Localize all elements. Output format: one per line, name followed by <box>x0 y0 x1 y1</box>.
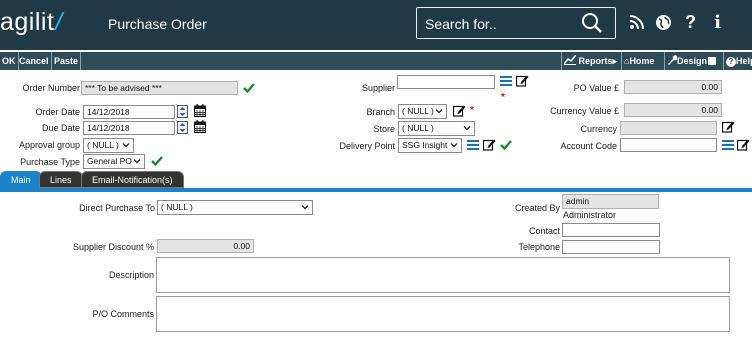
supplier-field[interactable] <box>397 75 495 89</box>
help-icon[interactable]: ? <box>682 12 699 32</box>
direct-purchase-to-select[interactable]: ( NULL ) <box>157 200 313 215</box>
account-code-field[interactable] <box>620 138 717 152</box>
cancel-button[interactable]: Cancel <box>17 52 52 70</box>
description-label: Description <box>108 270 154 280</box>
due-date-label: Due Date <box>41 123 80 133</box>
branch-label: Branch <box>366 107 395 117</box>
supplier-discount-label: Supplier Discount % <box>72 242 154 252</box>
list-icon[interactable] <box>722 140 734 150</box>
currency-value-field: 0.00 <box>624 103 722 117</box>
chevron-down-icon <box>435 109 443 114</box>
order-date-spinner[interactable] <box>177 105 188 118</box>
check-icon <box>500 140 512 150</box>
caret-right-icon: ▸ <box>612 56 618 66</box>
supplier-discount-field: 0.00 <box>157 239 254 253</box>
tab-main[interactable]: Main <box>0 171 42 188</box>
check-icon <box>243 83 255 93</box>
chart-icon <box>563 54 577 65</box>
store-select[interactable]: ( NULL ) <box>398 121 475 136</box>
description-textarea[interactable] <box>156 257 730 293</box>
rss-icon[interactable] <box>628 12 645 32</box>
edit-icon[interactable] <box>737 138 750 151</box>
edit-icon[interactable] <box>516 74 529 87</box>
account-code-label: Account Code <box>560 141 617 151</box>
home-button[interactable]: ⌂Home <box>621 52 654 70</box>
currency-field <box>620 121 717 135</box>
approval-group-label: Approval group <box>18 140 80 150</box>
page-title: Purchase Order <box>108 16 207 32</box>
search-input[interactable] <box>425 15 575 33</box>
app-header: agilit/ Purchase Order ? i <box>0 0 752 50</box>
purchase-type-select[interactable]: General PO <box>83 154 145 169</box>
edit-icon[interactable] <box>722 120 735 133</box>
contact-field[interactable] <box>562 223 660 237</box>
order-date-field[interactable]: 14/12/2018 <box>83 105 175 119</box>
search-icon[interactable] <box>581 12 603 36</box>
help-button[interactable]: ?Help <box>723 52 752 70</box>
due-date-field[interactable]: 14/12/2018 <box>83 121 175 135</box>
list-icon[interactable] <box>500 76 512 86</box>
check-icon <box>151 156 163 166</box>
contact-label: Contact <box>528 226 560 236</box>
edit-icon[interactable] <box>453 104 466 117</box>
approval-group-select[interactable]: ( NULL ) <box>83 138 134 153</box>
tab-lines[interactable]: Lines <box>39 171 83 188</box>
due-date-spinner[interactable] <box>177 121 188 134</box>
branch-select[interactable]: ( NULL ) <box>398 104 447 119</box>
chevron-down-icon <box>301 205 309 210</box>
question-circle-icon: ? <box>726 57 736 67</box>
order-number-field: *** To be advised *** <box>81 81 238 95</box>
reports-menu[interactable]: Reports▸ <box>561 52 617 70</box>
tab-email-notifications[interactable]: Email-Notification(s) <box>81 171 184 188</box>
created-by-label: Created By <box>514 203 560 213</box>
po-comments-label: P/O Comments <box>92 309 154 319</box>
store-label: Store <box>373 124 395 134</box>
ok-button[interactable]: OK <box>0 52 19 70</box>
po-value-label: PO Value £ <box>573 83 619 93</box>
po-comments-textarea[interactable] <box>156 296 730 332</box>
telephone-field[interactable] <box>562 240 660 254</box>
edit-icon[interactable] <box>483 138 496 151</box>
action-toolbar: OK Cancel Paste Reports▸ ⌂Home Design ? H… <box>0 52 752 70</box>
currency-label: Currency <box>580 124 617 134</box>
chevron-down-icon <box>133 159 141 164</box>
wrench-icon <box>668 55 678 65</box>
order-date-label: Order Date <box>35 107 80 117</box>
calendar-icon[interactable] <box>194 104 206 117</box>
globe-icon[interactable] <box>655 12 672 32</box>
chevron-down-icon <box>463 126 471 131</box>
created-by-name: Administrator <box>563 210 617 220</box>
chevron-down-icon <box>450 143 458 148</box>
tab-underline <box>0 188 752 192</box>
design-toggle[interactable] <box>708 57 717 65</box>
currency-value-label: Currency Value £ <box>550 106 619 116</box>
po-value-field: 0.00 <box>624 80 722 94</box>
supplier-label: Supplier <box>361 83 395 93</box>
paste-button[interactable]: Paste <box>52 52 82 70</box>
purchase-type-label: Purchase Type <box>20 157 80 167</box>
design-button[interactable]: Design <box>664 52 717 70</box>
required-icon: * <box>470 105 474 116</box>
list-icon[interactable] <box>467 140 479 150</box>
search-box[interactable] <box>416 7 616 39</box>
required-icon: * <box>501 92 505 103</box>
order-number-label: Order Number <box>22 83 80 93</box>
info-icon[interactable]: i <box>709 12 726 33</box>
calendar-icon[interactable] <box>194 120 206 133</box>
created-by-field: admin <box>562 194 659 209</box>
delivery-point-select[interactable]: SSG Insight <box>398 138 462 153</box>
chevron-down-icon <box>122 143 130 148</box>
delivery-point-label: Delivery Point <box>339 141 395 151</box>
agilit-logo[interactable]: agilit/ <box>0 8 63 37</box>
direct-purchase-to-label: Direct Purchase To <box>79 203 155 213</box>
telephone-label: Telephone <box>518 242 560 252</box>
